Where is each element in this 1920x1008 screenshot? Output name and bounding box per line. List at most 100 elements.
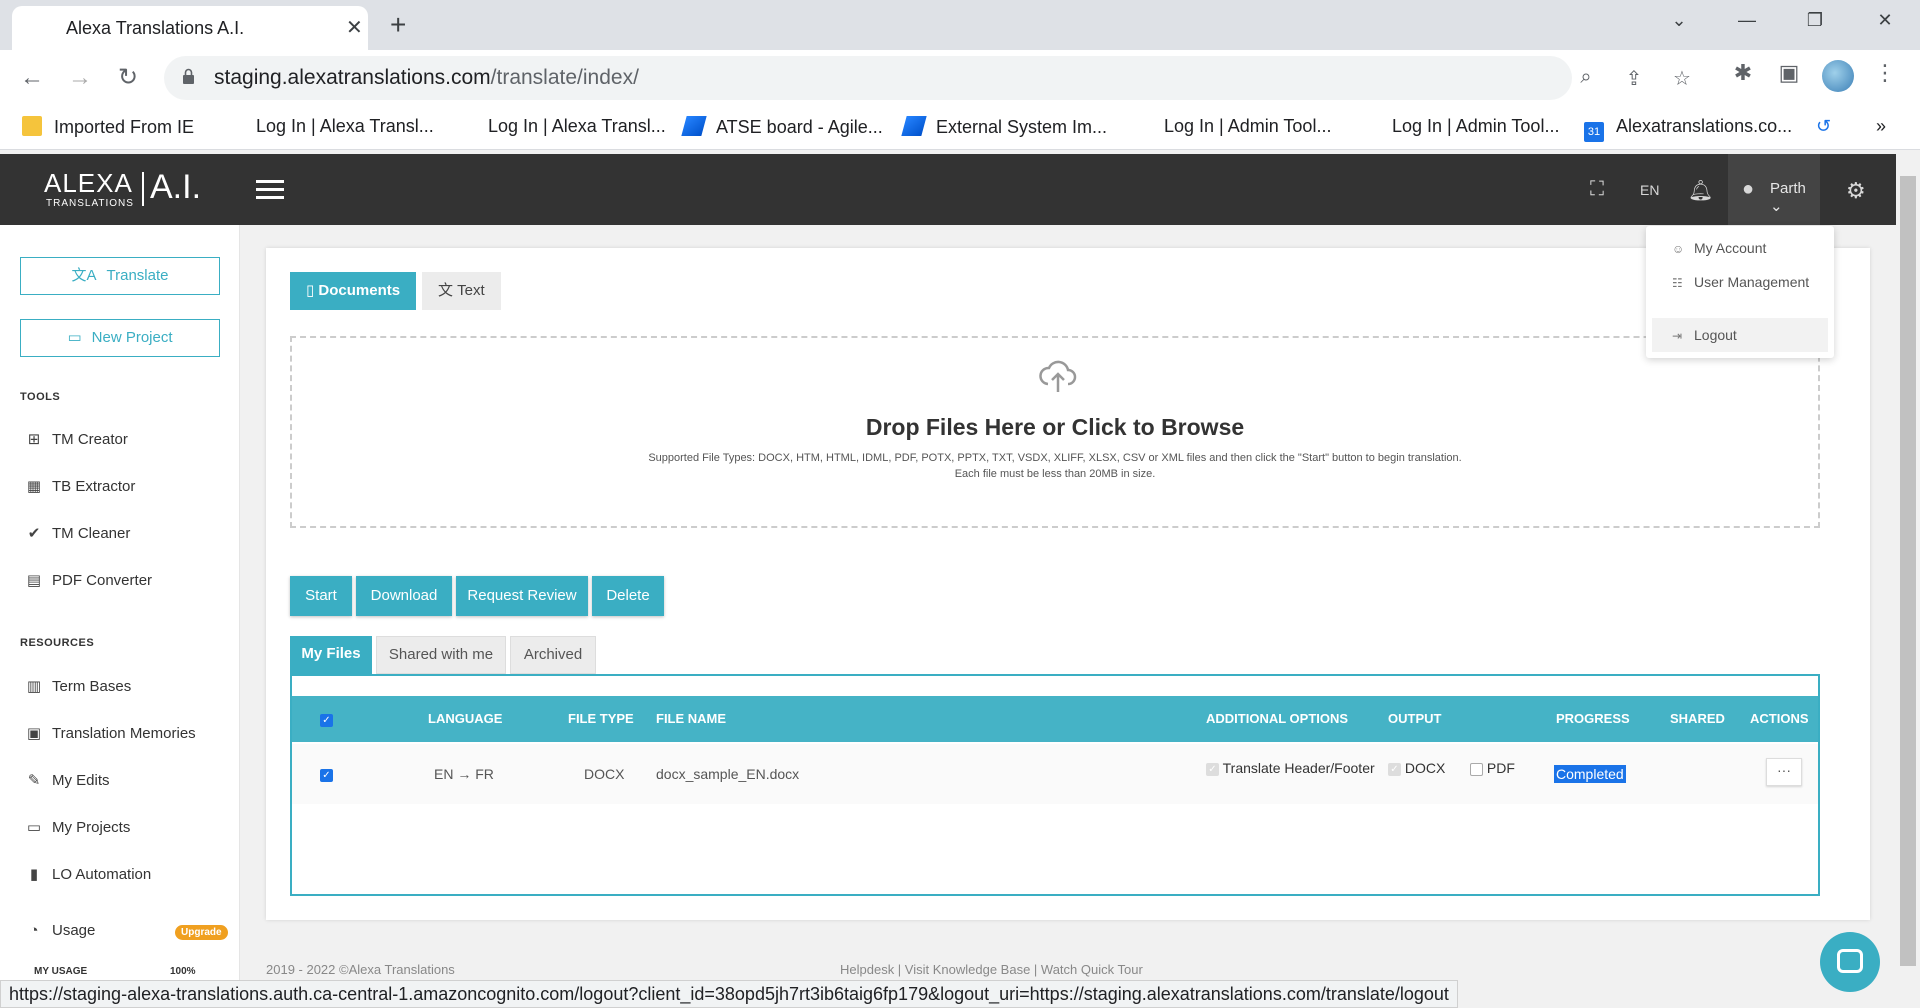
profile-avatar[interactable] — [1822, 60, 1854, 92]
zoom-icon[interactable]: ⌕ — [1574, 66, 1598, 89]
scrollbar-thumb[interactable] — [1900, 176, 1916, 966]
pdf-checkbox[interactable] — [1470, 762, 1483, 776]
bookmark-item[interactable]: Log In | Alexa Transl... — [256, 116, 434, 137]
menu-icon[interactable]: ⋮ — [1870, 60, 1900, 86]
lock-icon — [183, 68, 194, 84]
sidebar-item-usage[interactable]: ◔ Usage — [24, 922, 95, 939]
user-name: Parth ⌄ — [1770, 180, 1806, 215]
bookmark-item[interactable]: Log In | Admin Tool... — [1164, 116, 1331, 137]
menu-my-account[interactable]: ☺ My Account — [1672, 240, 1766, 256]
start-button[interactable]: Start — [290, 576, 352, 616]
download-button[interactable]: Download — [356, 576, 452, 616]
tab-search-icon[interactable]: ⌄ — [1664, 10, 1694, 31]
folder-icon: ▭ — [26, 819, 42, 836]
bookmark-item[interactable]: External System Im... — [901, 116, 1107, 138]
sidebar-item-my-projects[interactable]: ▭ My Projects — [24, 818, 130, 836]
users-icon: ☷ — [1672, 276, 1683, 290]
request-review-button[interactable]: Request Review — [456, 576, 588, 616]
tab-my-files[interactable]: My Files — [290, 636, 372, 674]
translate-icon: 文 — [438, 282, 458, 299]
more-bookmarks-icon[interactable]: » — [1876, 116, 1886, 137]
delete-button[interactable]: Delete — [592, 576, 664, 616]
row-output-pdf[interactable]: PDF — [1470, 760, 1515, 776]
bookmark-item[interactable]: Log In | Admin Tool... — [1392, 116, 1559, 137]
sidebar-item-tb-extractor[interactable]: ▦ TB Extractor — [24, 477, 135, 495]
gauge-icon: ◔ — [29, 922, 39, 939]
star-icon[interactable]: ☆ — [1670, 66, 1694, 91]
book-icon: ▥ — [26, 678, 42, 695]
page-scrollbar[interactable] — [1896, 154, 1920, 1008]
footer-copyright: 2019 - 2022 ©Alexa Translations — [266, 962, 455, 977]
address-bar[interactable]: staging.alexatranslations.com/translate/… — [164, 56, 1691, 100]
row-output-docx[interactable]: ✓ DOCX — [1388, 760, 1445, 776]
calendar-icon: 31 — [1584, 122, 1604, 142]
dropzone-title: Drop Files Here or Click to Browse — [865, 414, 1245, 440]
translate-icon: 文A — [71, 267, 97, 284]
cloud-upload-icon — [1039, 360, 1077, 392]
translate-panel: ▯ Documents 文 Text Drop Files Here or Cl… — [266, 248, 1870, 920]
logo-divider — [142, 172, 144, 206]
hamburger-menu-icon[interactable] — [256, 180, 284, 204]
alexa-logo[interactable]: ALEXA TRANSLATIONS A.I. — [44, 168, 201, 209]
bookmark-item[interactable]: ATSE board - Agile... — [681, 116, 883, 138]
sidebar-item-term-bases[interactable]: ▥ Term Bases — [24, 677, 131, 695]
sidebar-item-tm-cleaner[interactable]: ✔ TM Cleaner — [24, 524, 131, 542]
col-actions: ACTIONS — [1750, 711, 1809, 726]
sidebar-item-translation-memories[interactable]: ▣ Translation Memories — [24, 724, 196, 742]
tab-text[interactable]: 文 Text — [422, 272, 501, 310]
history-icon[interactable]: ↺ — [1816, 116, 1831, 137]
row-language: EN → FR — [434, 766, 494, 782]
browser-tab[interactable]: Alexa Translations A.I. ✕ — [12, 6, 368, 50]
new-tab-icon[interactable]: + — [390, 10, 406, 40]
file-dropzone[interactable]: Drop Files Here or Click to Browse Suppo… — [290, 336, 1820, 528]
menu-user-management[interactable]: ☷ User Management — [1672, 274, 1809, 290]
bookmark-item[interactable]: 31 Alexatranslations.co... — [1584, 116, 1792, 142]
menu-logout[interactable]: ⇥ Logout — [1672, 327, 1737, 343]
col-additional-options: ADDITIONAL OPTIONS — [1206, 711, 1349, 726]
tab-archived[interactable]: Archived — [510, 636, 596, 674]
dropzone-subtitle: Supported File Types: DOCX, HTM, HTML, I… — [648, 452, 1462, 480]
extensions-icon[interactable]: ✱ — [1728, 60, 1758, 86]
jira-icon — [901, 116, 927, 136]
row-option-header-footer[interactable]: ✓ Translate Header/Footer — [1206, 760, 1375, 776]
footer-links[interactable]: Helpdesk | Visit Knowledge Base | Watch … — [840, 962, 1143, 977]
chat-widget-icon[interactable] — [1820, 932, 1880, 992]
row-file-type: DOCX — [584, 766, 625, 782]
share-icon[interactable]: ⇪ — [1622, 66, 1646, 91]
new-project-button[interactable]: ▭ New Project — [20, 319, 220, 357]
bookmarks-bar: Imported From IE Log In | Alexa Transl..… — [0, 106, 1920, 150]
edit-user-icon: ✎ — [27, 772, 41, 789]
bell-icon[interactable]: 🔔︎ — [1688, 178, 1713, 203]
row-actions-button[interactable]: ··· — [1766, 758, 1802, 786]
sidebar-item-pdf-converter[interactable]: ▤ PDF Converter — [24, 571, 152, 589]
upgrade-badge[interactable]: Upgrade — [175, 925, 228, 940]
back-icon[interactable]: ← — [16, 62, 48, 94]
translate-button[interactable]: 文A Translate — [20, 257, 220, 295]
tab-close-icon[interactable]: ✕ — [346, 16, 363, 40]
select-all-checkbox[interactable]: ✓ — [320, 712, 333, 728]
brush-icon: ✔ — [27, 525, 41, 542]
reload-icon[interactable]: ↻ — [112, 62, 144, 94]
close-window-icon[interactable]: ✕ — [1870, 10, 1900, 31]
row-checkbox[interactable]: ✓ — [320, 766, 333, 782]
bookmark-item[interactable]: Log In | Alexa Transl... — [488, 116, 666, 137]
row-file-name: docx_sample_EN.docx — [656, 766, 800, 782]
bookmark-item[interactable]: Imported From IE — [22, 116, 194, 138]
sidebar-item-my-edits[interactable]: ✎ My Edits — [24, 771, 110, 789]
option-checkbox[interactable]: ✓ — [1206, 762, 1219, 776]
docx-checkbox[interactable]: ✓ — [1388, 762, 1401, 776]
fullscreen-icon[interactable]: ⛶ — [1590, 178, 1604, 201]
user-menu-button[interactable]: ● Parth ⌄ — [1728, 154, 1820, 225]
tab-documents[interactable]: ▯ Documents — [290, 272, 417, 310]
tab-shared-with-me[interactable]: Shared with me — [376, 636, 506, 674]
minimize-icon[interactable]: — — [1732, 10, 1762, 31]
side-panel-icon[interactable]: ▣ — [1774, 60, 1804, 86]
table-row[interactable]: ✓ EN → FR DOCX docx_sample_EN.docx ✓ Tra… — [292, 744, 1818, 804]
gear-icon[interactable]: ⚙ — [1846, 178, 1866, 204]
language-switch[interactable]: EN — [1640, 182, 1659, 198]
sidebar-item-lo-automation[interactable]: ▮ LO Automation — [24, 865, 151, 883]
restore-icon[interactable]: ❐ — [1800, 10, 1830, 31]
forward-icon[interactable]: → — [64, 62, 96, 94]
document-icon: ▤ — [26, 572, 42, 589]
sidebar-item-tm-creator[interactable]: ⊞ TM Creator — [24, 430, 128, 448]
